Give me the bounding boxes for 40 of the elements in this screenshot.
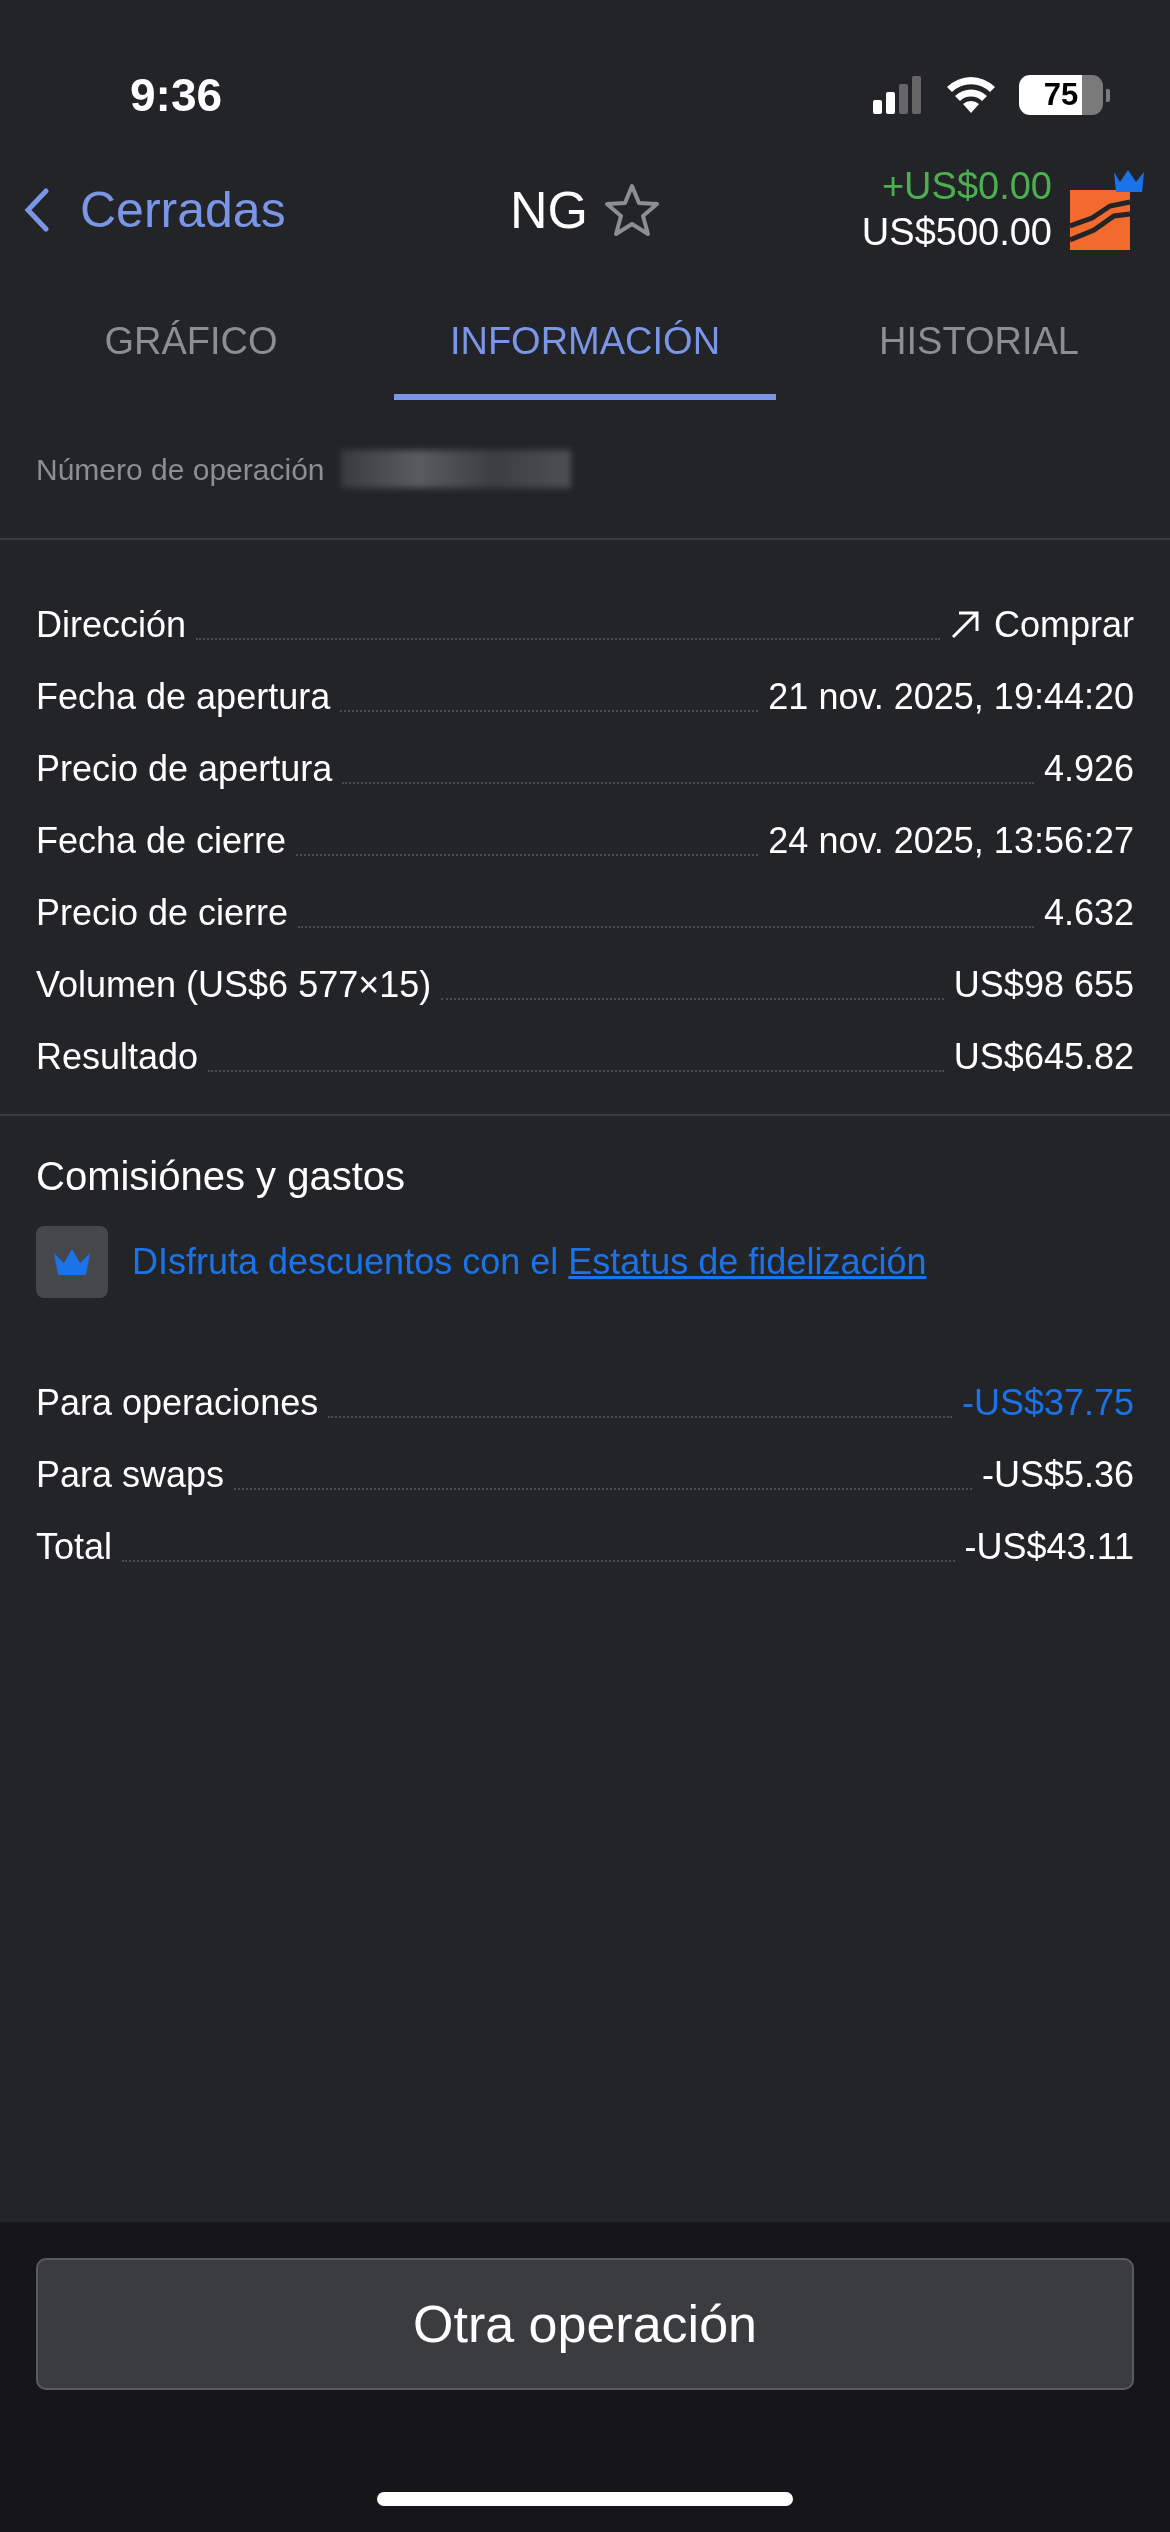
row-value: 24 nov. 2025, 13:56:27 xyxy=(768,819,1134,863)
row-label: Precio de cierre xyxy=(36,891,289,935)
row-label: Para operaciones xyxy=(36,1381,319,1425)
row-value: Comprar xyxy=(993,603,1134,647)
star-icon[interactable] xyxy=(604,183,660,237)
row-label: Total xyxy=(36,1525,113,1569)
row-value: -US$43.11 xyxy=(964,1525,1134,1569)
loyalty-link[interactable]: Estatus de fidelización xyxy=(568,1241,927,1282)
tab[interactable]: INFORMACIÓN xyxy=(394,270,776,400)
operation-number-label: Número de operación xyxy=(36,451,325,488)
row-value: 4.632 xyxy=(1043,891,1134,935)
profit-amount: +US$0.00 xyxy=(880,164,1052,210)
wifi-icon xyxy=(945,75,997,115)
row-value: US$98 655 xyxy=(953,963,1134,1007)
chevron-left-icon xyxy=(24,188,50,232)
row-value: 4.926 xyxy=(1043,747,1134,791)
account-logo-icon[interactable] xyxy=(1070,168,1146,252)
crown-icon xyxy=(36,1226,108,1298)
new-operation-button[interactable]: Otra operación xyxy=(36,2258,1134,2390)
row-label: Volumen (US$6 577×15) xyxy=(36,963,432,1007)
section-title: Comisiónes y gastos xyxy=(36,1153,407,1200)
back-button[interactable]: Cerradas xyxy=(24,172,286,248)
row-value: -US$37.75 xyxy=(961,1381,1134,1425)
status-time: 9:36 xyxy=(130,67,223,123)
row-label: Dirección xyxy=(36,603,187,647)
tab[interactable]: HISTORIAL xyxy=(788,270,1170,400)
row-value: US$645.82 xyxy=(953,1035,1134,1079)
row-label: Fecha de apertura xyxy=(36,675,331,719)
balance-amount: US$500.00 xyxy=(861,210,1052,255)
row-label: Para swaps xyxy=(36,1453,225,1497)
row-value: 21 nov. 2025, 19:44:20 xyxy=(768,675,1134,719)
row-label: Resultado xyxy=(36,1035,199,1079)
row-label: Fecha de cierre xyxy=(36,819,287,863)
row-label: Precio de apertura xyxy=(36,747,333,791)
arrow-up-right-icon xyxy=(949,610,980,640)
promo-text: DIsfruta descuentos con el Estatus de fidelización xyxy=(132,1240,927,1284)
tab[interactable]: GRÁFICO xyxy=(0,270,382,400)
symbol-title: NG xyxy=(510,180,588,241)
row-value: -US$5.36 xyxy=(981,1453,1134,1497)
signal-icon xyxy=(873,76,923,114)
